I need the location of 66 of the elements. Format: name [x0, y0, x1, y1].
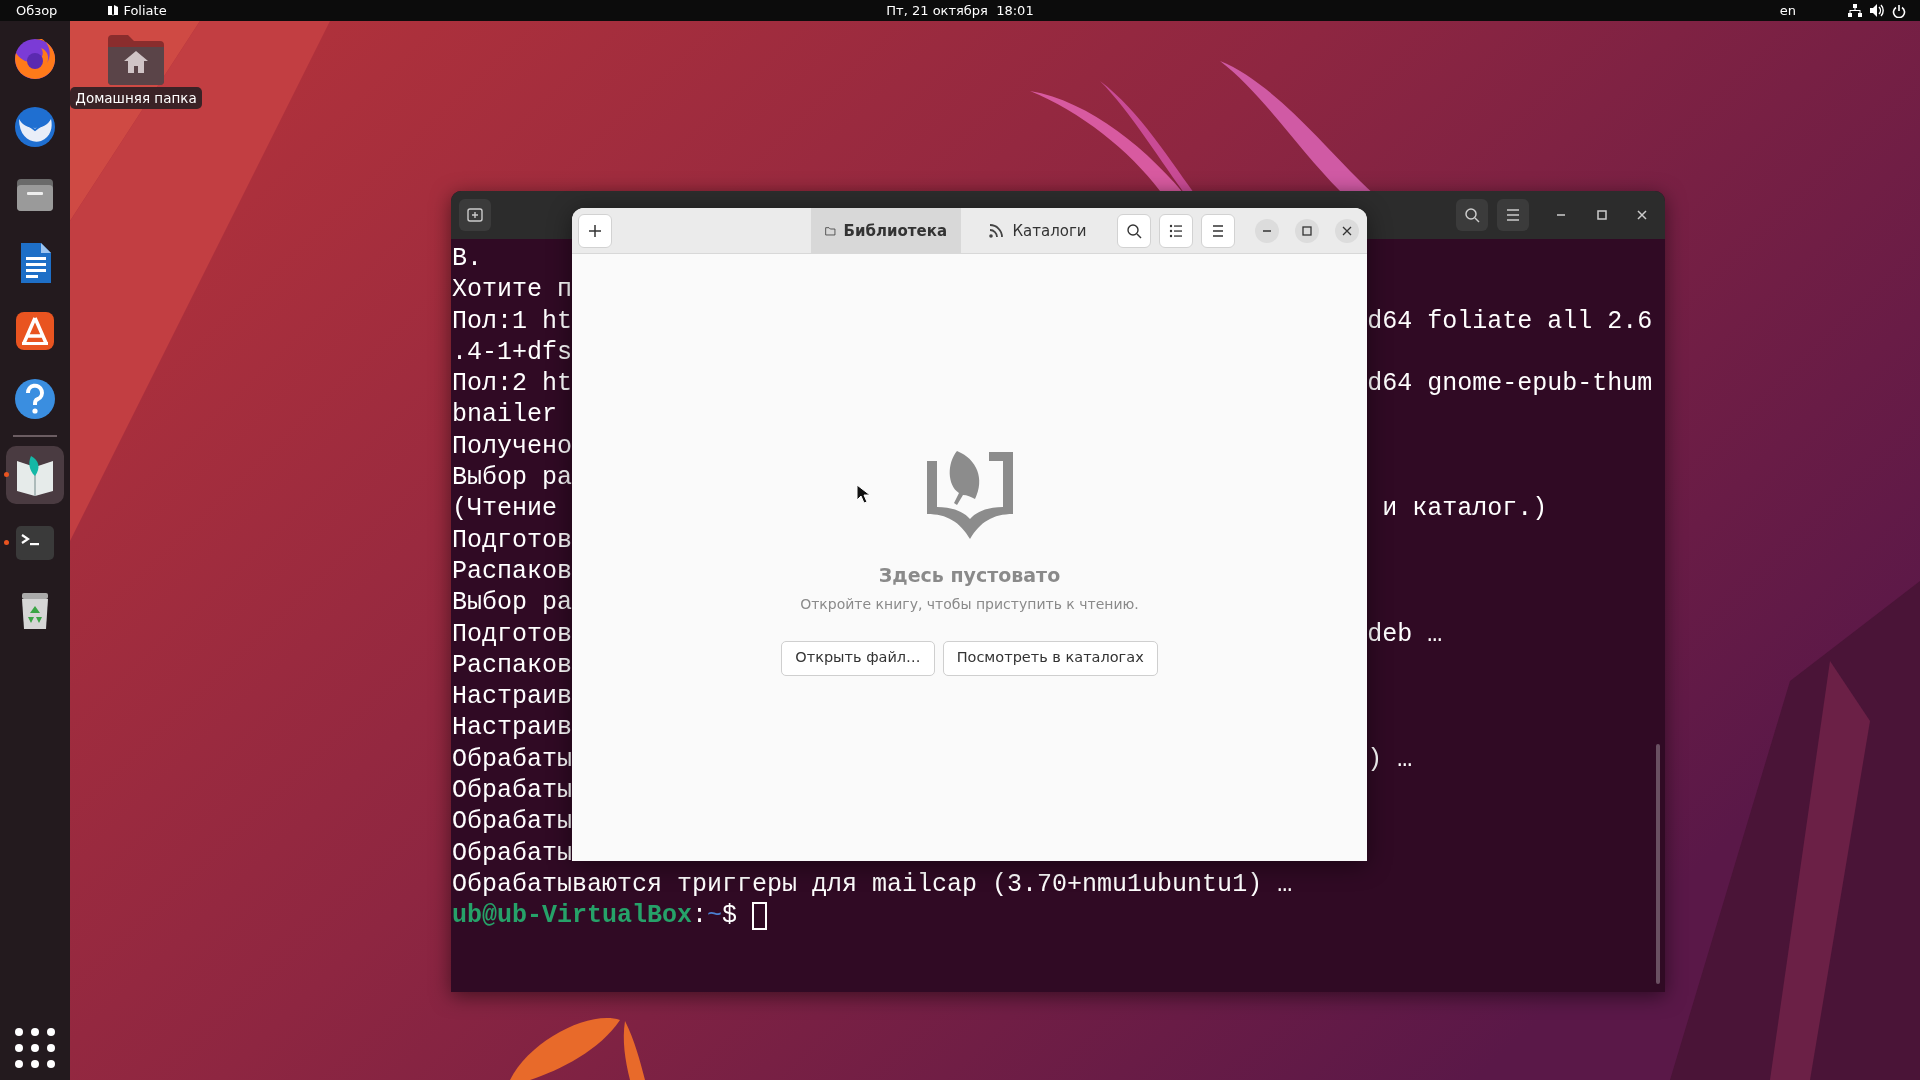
- minimize-button[interactable]: [1255, 218, 1279, 243]
- tab[interactable]: Каталоги: [961, 208, 1114, 254]
- mail-icon: [13, 105, 57, 149]
- activities-button[interactable]: Обзор: [16, 0, 58, 21]
- keyboard-layout[interactable]: en: [1779, 0, 1796, 21]
- terminal-line: Обрабаты: [452, 743, 573, 776]
- search-button[interactable]: [1117, 213, 1151, 248]
- volume-icon[interactable]: [1870, 4, 1884, 17]
- maximize-button[interactable]: [1295, 218, 1319, 243]
- browser-icon: [13, 37, 57, 81]
- book-icon: [107, 4, 120, 17]
- help-icon: [13, 377, 57, 421]
- app-menu-label[interactable]: Foliate: [123, 0, 167, 21]
- store-icon: [13, 309, 57, 353]
- terminal-line: Пол:1 ht: [452, 305, 573, 337]
- terminal-line: d64 foliate all 2.6: [1367, 305, 1653, 337]
- menu-button[interactable]: [1497, 199, 1529, 231]
- terminal-line: Обрабаты: [452, 775, 573, 807]
- terminal-line: .4-1+dfs: [452, 336, 573, 369]
- terminal-line: и каталог.): [1381, 493, 1548, 525]
- clock[interactable]: Пт, 21 октября 18:01: [886, 0, 1034, 21]
- terminal-line: В.: [452, 243, 482, 275]
- terminal-line: ) …: [1367, 743, 1413, 776]
- action-button[interactable]: Открыть файл…: [781, 640, 935, 676]
- new-tab-button[interactable]: [459, 199, 491, 231]
- action-button[interactable]: Посмотреть в каталогах: [942, 640, 1158, 676]
- list-view-button[interactable]: [1159, 213, 1193, 248]
- terminal-line: bnailer: [452, 399, 558, 431]
- mouse-pointer-icon: [856, 484, 870, 504]
- terminal-line: Обрабаты: [452, 806, 573, 838]
- search-button[interactable]: [1456, 199, 1488, 231]
- close-button[interactable]: [1335, 218, 1359, 243]
- terminal-line: (Чтение: [452, 493, 558, 525]
- empty-state-message: Откройте книгу, чтобы приступить к чтению.: [800, 594, 1139, 614]
- terminal-line: Выбор ра: [452, 462, 573, 494]
- menu-button[interactable]: [1201, 213, 1235, 248]
- terminal-line: Распаков: [452, 649, 573, 682]
- scrollbar[interactable]: [1656, 744, 1660, 984]
- minimize-icon: [1262, 228, 1272, 233]
- terminal-line: d64 gnome-epub-thum: [1367, 368, 1653, 400]
- power-icon[interactable]: [1892, 3, 1906, 18]
- terminal-line: Обрабаты: [452, 837, 573, 869]
- network-icon[interactable]: [1848, 4, 1862, 17]
- book-icon: [926, 449, 1013, 539]
- terminal-line: Подготов: [452, 618, 573, 650]
- terminal-line: Подготов: [452, 524, 573, 556]
- desktop-icon-label[interactable]: Домашняя папка: [70, 87, 202, 110]
- terminal-line: Настраив: [452, 712, 573, 744]
- rss-icon: [988, 223, 1005, 239]
- terminal-line: Выбор ра: [452, 587, 573, 619]
- empty-state-title: Здесь пустовато: [878, 563, 1061, 588]
- terminal-line: Обрабатываются триггеры для mailcap (3.70+nmu1ubuntu1) …: [452, 868, 1293, 901]
- dock-app-button[interactable]: [6, 446, 64, 504]
- terminal-line: deb …: [1367, 618, 1443, 650]
- app-grid-icon[interactable]: [13, 1026, 57, 1070]
- shell-prompt: ub@ub-VirtualBox:~$: [452, 900, 768, 932]
- tab[interactable]: Библиотека: [811, 208, 961, 254]
- terminal-line: Хотите п: [452, 274, 573, 306]
- add-button[interactable]: [578, 213, 612, 248]
- text-cursor: [752, 901, 768, 930]
- minimize-icon: [1556, 213, 1566, 217]
- terminal-line: Настраив: [452, 681, 573, 713]
- terminal-line: Получено: [452, 430, 573, 463]
- home-folder-icon[interactable]: [106, 33, 166, 85]
- terminal-line: Распаков: [452, 555, 573, 588]
- terminal-line: Пол:2 ht: [452, 368, 573, 400]
